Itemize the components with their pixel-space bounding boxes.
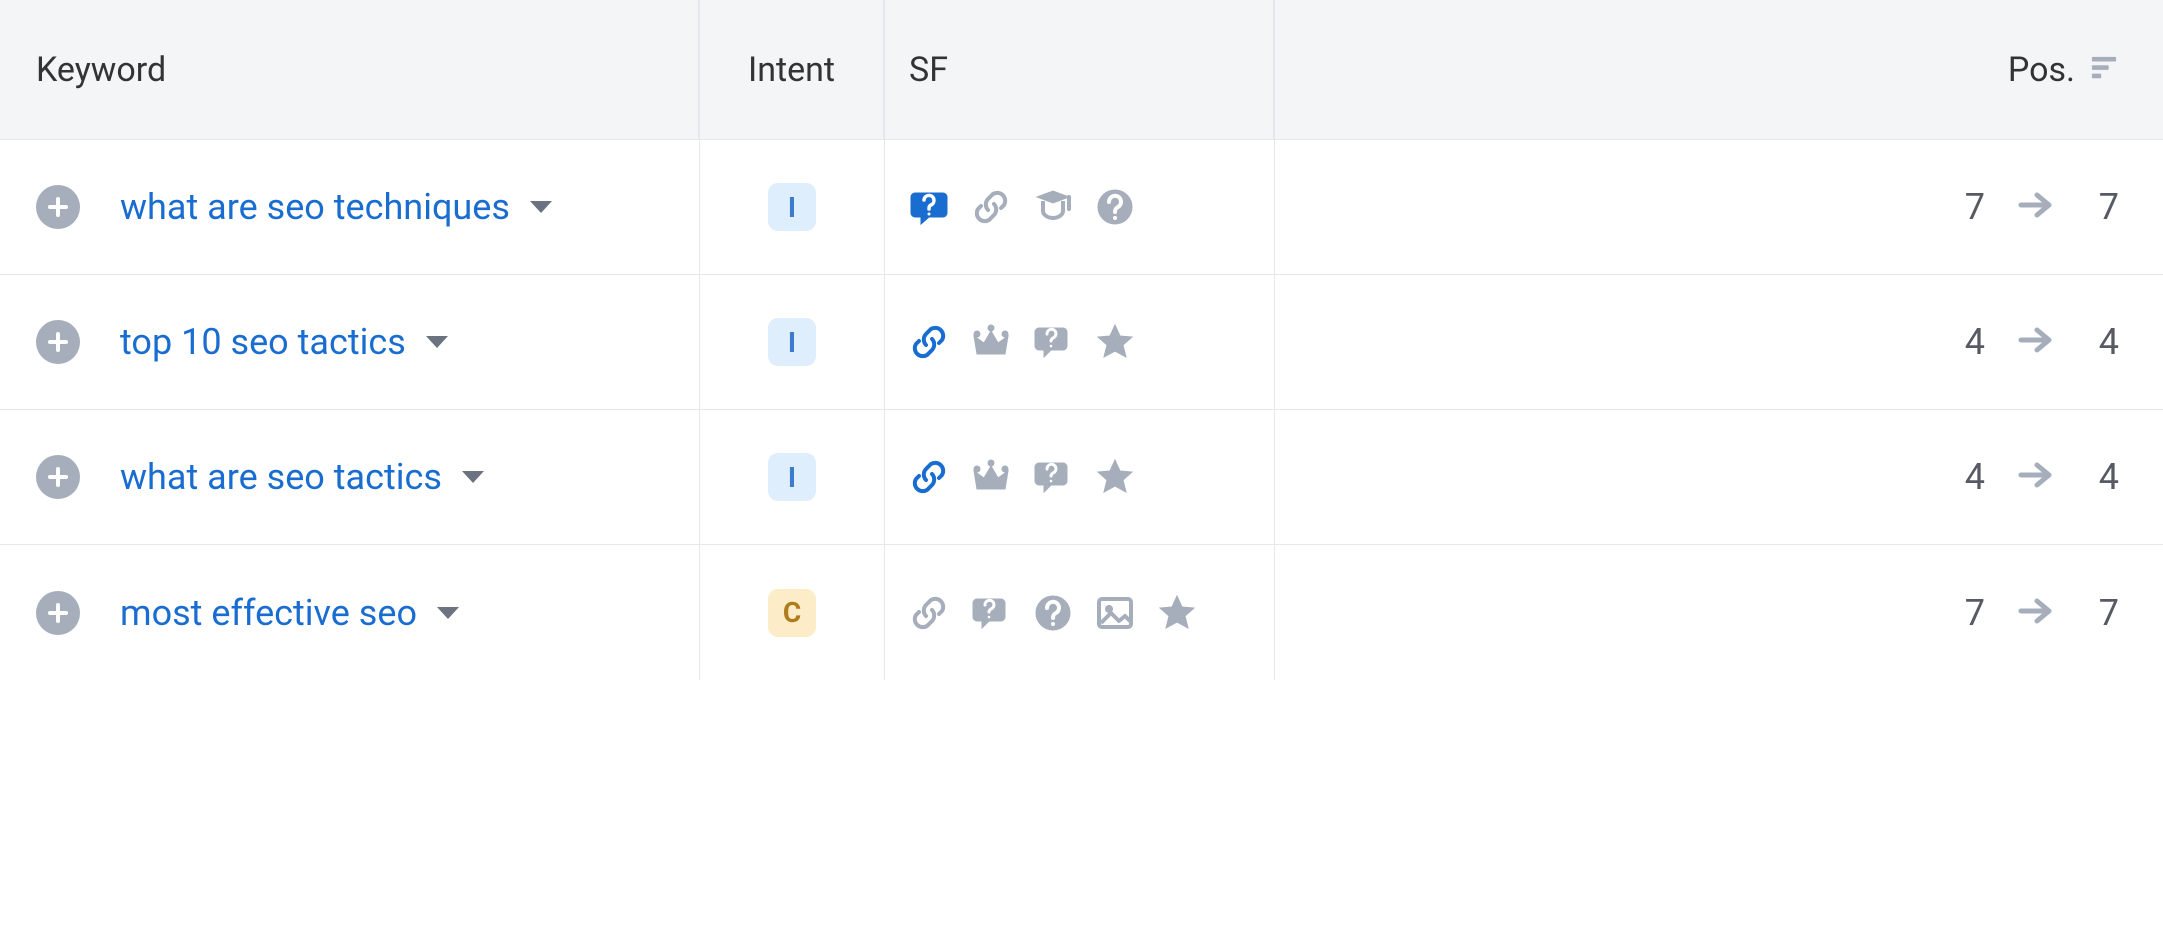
col-header-pos-label: Pos. xyxy=(2008,50,2075,90)
arrow-right-icon xyxy=(2015,190,2055,224)
intent-badge[interactable]: C xyxy=(768,589,816,637)
intent-badge[interactable]: I xyxy=(768,453,816,501)
pos-previous: 4 xyxy=(1951,321,1985,363)
sort-desc-icon xyxy=(2089,55,2119,85)
add-keyword-button[interactable] xyxy=(36,185,80,229)
link-icon[interactable] xyxy=(909,457,949,497)
arrow-right-icon xyxy=(2015,460,2055,494)
serp-features-cell xyxy=(885,140,1275,274)
intent-badge[interactable]: I xyxy=(768,183,816,231)
table-row: most effective seo C 7 7 xyxy=(0,545,2163,680)
keyword-link[interactable]: what are seo techniques xyxy=(120,186,510,228)
col-header-intent[interactable]: Intent xyxy=(700,0,885,139)
serp-features-cell xyxy=(885,275,1275,409)
star-icon[interactable] xyxy=(1095,322,1135,362)
faq-icon[interactable] xyxy=(971,593,1011,633)
add-keyword-button[interactable] xyxy=(36,591,80,635)
keyword-menu-caret[interactable] xyxy=(424,333,450,351)
keyword-link[interactable]: what are seo tactics xyxy=(120,456,442,498)
keyword-menu-caret[interactable] xyxy=(460,468,486,486)
link-icon[interactable] xyxy=(971,187,1011,227)
add-keyword-button[interactable] xyxy=(36,320,80,364)
crown-icon[interactable] xyxy=(971,457,1011,497)
keyword-table: Keyword Intent SF Pos. what are seo tech… xyxy=(0,0,2163,680)
col-header-sf-label: SF xyxy=(909,50,948,90)
people-also-ask-icon[interactable] xyxy=(909,187,949,227)
pos-previous: 4 xyxy=(1951,456,1985,498)
add-keyword-button[interactable] xyxy=(36,455,80,499)
knowledge-icon[interactable] xyxy=(1033,187,1073,227)
pos-current: 7 xyxy=(2085,186,2119,228)
table-row: what are seo techniques I 7 7 xyxy=(0,140,2163,275)
table-row: top 10 seo tactics I 4 4 xyxy=(0,275,2163,410)
table-row: what are seo tactics I 4 4 xyxy=(0,410,2163,545)
col-header-keyword[interactable]: Keyword xyxy=(0,0,700,139)
crown-icon[interactable] xyxy=(971,322,1011,362)
arrow-right-icon xyxy=(2015,596,2055,630)
col-header-keyword-label: Keyword xyxy=(36,50,166,90)
intent-badge[interactable]: I xyxy=(768,318,816,366)
keyword-link[interactable]: top 10 seo tactics xyxy=(120,321,406,363)
faq-icon[interactable] xyxy=(1033,322,1073,362)
star-icon[interactable] xyxy=(1157,593,1197,633)
keyword-link[interactable]: most effective seo xyxy=(120,592,417,634)
link-icon[interactable] xyxy=(909,322,949,362)
keyword-menu-caret[interactable] xyxy=(435,604,461,622)
keyword-menu-caret[interactable] xyxy=(528,198,554,216)
link-icon[interactable] xyxy=(909,593,949,633)
table-header-row: Keyword Intent SF Pos. xyxy=(0,0,2163,140)
col-header-sf[interactable]: SF xyxy=(885,0,1275,139)
faq-icon[interactable] xyxy=(1033,457,1073,497)
pos-previous: 7 xyxy=(1951,186,1985,228)
image-icon[interactable] xyxy=(1095,593,1135,633)
pos-current: 4 xyxy=(2085,321,2119,363)
question-icon[interactable] xyxy=(1095,187,1135,227)
col-header-intent-label: Intent xyxy=(748,50,835,90)
pos-current: 4 xyxy=(2085,456,2119,498)
col-header-pos[interactable]: Pos. xyxy=(1275,0,2163,139)
pos-previous: 7 xyxy=(1951,592,1985,634)
arrow-right-icon xyxy=(2015,325,2055,359)
pos-current: 7 xyxy=(2085,592,2119,634)
question-icon[interactable] xyxy=(1033,593,1073,633)
serp-features-cell xyxy=(885,410,1275,544)
star-icon[interactable] xyxy=(1095,457,1135,497)
serp-features-cell xyxy=(885,545,1275,680)
